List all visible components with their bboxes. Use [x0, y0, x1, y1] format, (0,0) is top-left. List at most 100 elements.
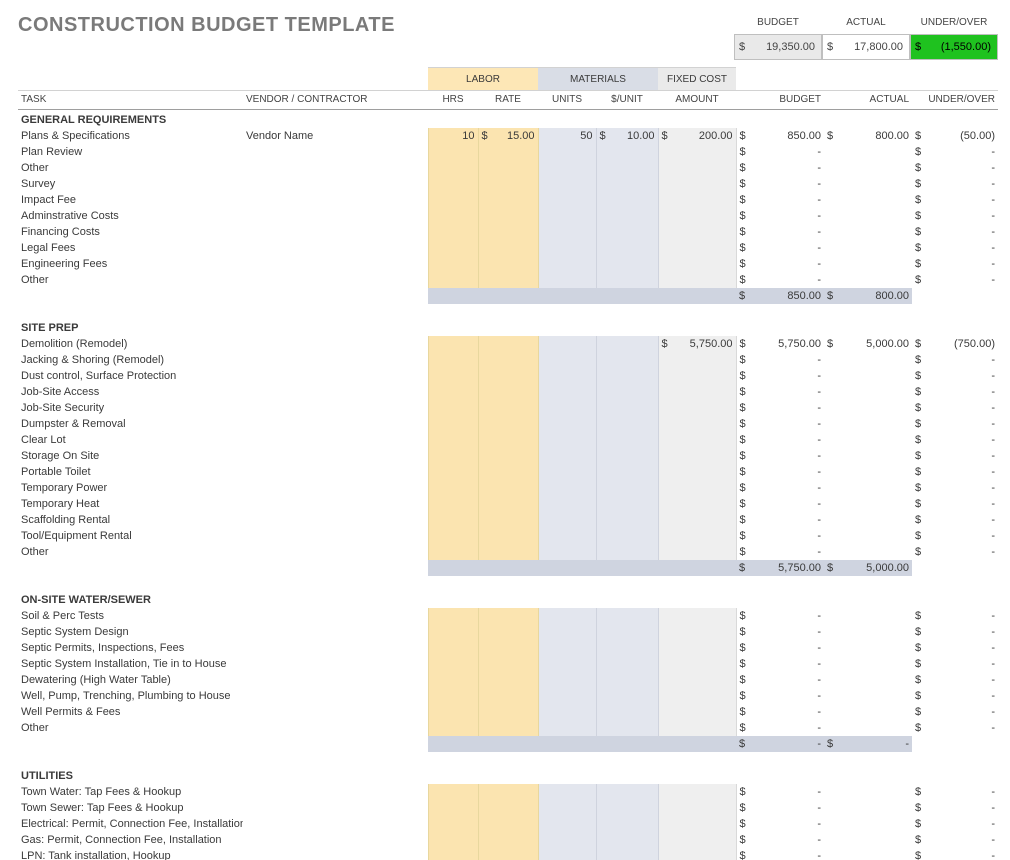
sub-empty[interactable]: [428, 736, 478, 752]
budget-cell[interactable]: $-: [736, 640, 824, 656]
units-cell[interactable]: [538, 848, 596, 860]
budget-cell[interactable]: $-: [736, 816, 824, 832]
col-amount[interactable]: AMOUNT: [658, 91, 736, 110]
actual-cell[interactable]: [824, 832, 912, 848]
amount-cell[interactable]: [658, 192, 736, 208]
sub-empty[interactable]: [18, 560, 243, 576]
budget-cell[interactable]: $-: [736, 832, 824, 848]
actual-cell[interactable]: [824, 816, 912, 832]
hrs-cell[interactable]: [428, 160, 478, 176]
col-vendor[interactable]: VENDOR / CONTRACTOR: [243, 91, 428, 110]
under-cell[interactable]: $-: [912, 208, 998, 224]
amount-cell[interactable]: [658, 624, 736, 640]
col-perunit[interactable]: $/UNIT: [596, 91, 658, 110]
units-cell[interactable]: [538, 640, 596, 656]
hrs-cell[interactable]: [428, 464, 478, 480]
vendor-cell[interactable]: [243, 224, 428, 240]
perunit-cell[interactable]: [596, 256, 658, 272]
budget-cell[interactable]: $-: [736, 208, 824, 224]
rate-cell[interactable]: [478, 656, 538, 672]
units-cell[interactable]: [538, 656, 596, 672]
actual-cell[interactable]: [824, 480, 912, 496]
amount-cell[interactable]: [658, 496, 736, 512]
task-cell[interactable]: Legal Fees: [18, 240, 243, 256]
actual-cell[interactable]: $5,000.00: [824, 336, 912, 352]
vendor-cell[interactable]: [243, 192, 428, 208]
units-cell[interactable]: [538, 720, 596, 736]
units-cell[interactable]: [538, 528, 596, 544]
rate-cell[interactable]: [478, 816, 538, 832]
rate-cell[interactable]: [478, 272, 538, 288]
sub-empty[interactable]: [538, 288, 596, 304]
task-cell[interactable]: Other: [18, 160, 243, 176]
hrs-cell[interactable]: [428, 496, 478, 512]
actual-cell[interactable]: [824, 624, 912, 640]
amount-cell[interactable]: [658, 464, 736, 480]
under-cell[interactable]: $-: [912, 512, 998, 528]
sub-empty[interactable]: [478, 288, 538, 304]
task-cell[interactable]: Dewatering (High Water Table): [18, 672, 243, 688]
amount-cell[interactable]: [658, 528, 736, 544]
units-cell[interactable]: [538, 832, 596, 848]
perunit-cell[interactable]: [596, 720, 658, 736]
vendor-cell[interactable]: [243, 640, 428, 656]
amount-cell[interactable]: [658, 704, 736, 720]
units-cell[interactable]: [538, 672, 596, 688]
budget-cell[interactable]: $-: [736, 480, 824, 496]
under-cell[interactable]: $-: [912, 704, 998, 720]
perunit-cell[interactable]: [596, 496, 658, 512]
amount-cell[interactable]: [658, 784, 736, 800]
perunit-cell[interactable]: [596, 416, 658, 432]
actual-cell[interactable]: [824, 448, 912, 464]
amount-cell[interactable]: [658, 816, 736, 832]
budget-cell[interactable]: $-: [736, 240, 824, 256]
vendor-cell[interactable]: [243, 848, 428, 860]
hrs-cell[interactable]: [428, 544, 478, 560]
units-cell[interactable]: [538, 544, 596, 560]
task-cell[interactable]: LPN: Tank installation, Hookup: [18, 848, 243, 860]
units-cell[interactable]: [538, 192, 596, 208]
under-cell[interactable]: $-: [912, 720, 998, 736]
under-cell[interactable]: $-: [912, 832, 998, 848]
budget-cell[interactable]: $-: [736, 784, 824, 800]
amount-cell[interactable]: [658, 416, 736, 432]
rate-cell[interactable]: [478, 256, 538, 272]
hrs-cell[interactable]: [428, 256, 478, 272]
perunit-cell[interactable]: [596, 480, 658, 496]
actual-cell[interactable]: [824, 192, 912, 208]
col-under[interactable]: UNDER/OVER: [912, 91, 998, 110]
rate-cell[interactable]: [478, 672, 538, 688]
rate-cell[interactable]: [478, 800, 538, 816]
amount-cell[interactable]: [658, 272, 736, 288]
budget-cell[interactable]: $-: [736, 256, 824, 272]
under-cell[interactable]: $-: [912, 416, 998, 432]
units-cell[interactable]: [538, 448, 596, 464]
budget-cell[interactable]: $-: [736, 704, 824, 720]
hrs-cell[interactable]: [428, 384, 478, 400]
rate-cell[interactable]: [478, 144, 538, 160]
col-budget[interactable]: BUDGET: [736, 91, 824, 110]
amount-cell[interactable]: $200.00: [658, 128, 736, 144]
subtotal-budget[interactable]: $-: [736, 736, 824, 752]
actual-cell[interactable]: [824, 512, 912, 528]
amount-cell[interactable]: [658, 832, 736, 848]
budget-cell[interactable]: $-: [736, 400, 824, 416]
hrs-cell[interactable]: [428, 624, 478, 640]
sub-empty[interactable]: [18, 288, 243, 304]
budget-cell[interactable]: $-: [736, 160, 824, 176]
units-cell[interactable]: [538, 416, 596, 432]
vendor-cell[interactable]: [243, 144, 428, 160]
amount-cell[interactable]: [658, 544, 736, 560]
col-group-fixed[interactable]: FIXED COST: [658, 68, 736, 91]
units-cell[interactable]: [538, 608, 596, 624]
actual-cell[interactable]: [824, 272, 912, 288]
rate-cell[interactable]: [478, 832, 538, 848]
hrs-cell[interactable]: [428, 656, 478, 672]
budget-cell[interactable]: $-: [736, 464, 824, 480]
sub-empty[interactable]: [912, 560, 998, 576]
col-group-labor[interactable]: LABOR: [428, 68, 538, 91]
empty[interactable]: [912, 68, 998, 91]
task-cell[interactable]: Job-Site Access: [18, 384, 243, 400]
task-cell[interactable]: Demolition (Remodel): [18, 336, 243, 352]
perunit-cell[interactable]: [596, 784, 658, 800]
